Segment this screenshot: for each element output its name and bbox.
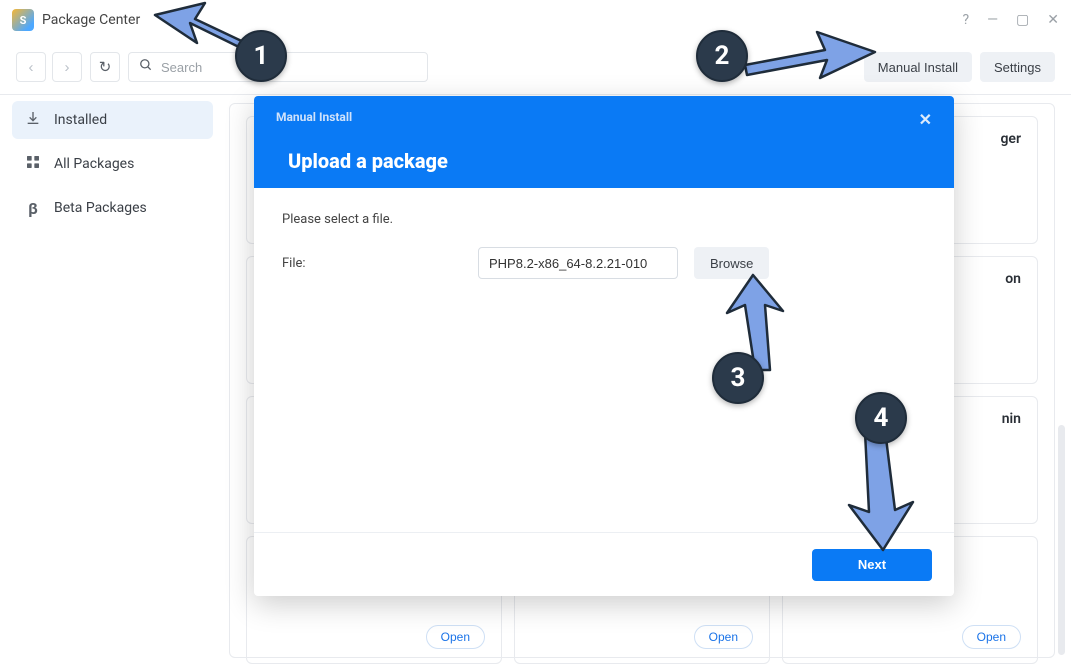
- file-input[interactable]: [478, 247, 678, 279]
- modal-footer: Next: [254, 532, 954, 596]
- modal-body: Please select a file. File: Browse: [254, 188, 954, 532]
- manual-install-modal: Manual Install ✕ Upload a package Please…: [254, 96, 954, 596]
- modal-close-icon[interactable]: ✕: [919, 110, 932, 129]
- modal-title: Manual Install: [276, 110, 352, 124]
- modal-overlay: Manual Install ✕ Upload a package Please…: [0, 0, 1071, 665]
- next-button[interactable]: Next: [812, 549, 932, 581]
- modal-header: Manual Install ✕ Upload a package: [254, 96, 954, 188]
- modal-hint: Please select a file.: [282, 212, 926, 227]
- modal-heading: Upload a package: [288, 149, 932, 173]
- file-row: File: Browse: [282, 247, 926, 279]
- browse-button[interactable]: Browse: [694, 247, 769, 279]
- file-label: File:: [282, 256, 462, 271]
